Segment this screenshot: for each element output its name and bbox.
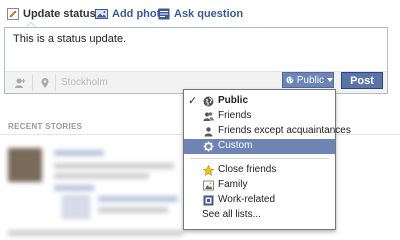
status-textarea[interactable]: This is a status update. <box>13 33 126 45</box>
tab-ask-question[interactable]: Ask question <box>158 7 243 21</box>
story-text <box>54 173 149 179</box>
privacy-option-family[interactable]: Family <box>184 178 335 193</box>
globe-icon <box>286 76 294 84</box>
toolbar-divider <box>55 75 56 91</box>
location-pin-icon[interactable] <box>39 77 51 89</box>
story-author[interactable] <box>54 150 104 156</box>
pencil-icon <box>7 8 19 20</box>
privacy-menu: ✓ Public Friends Friends except acquaint… <box>183 89 351 230</box>
friends-icon <box>203 112 214 121</box>
privacy-option-friends-except-acquaintances[interactable]: Friends except acquaintances <box>184 124 351 139</box>
privacy-selector-label: Public <box>296 74 324 86</box>
privacy-option-custom[interactable]: Custom <box>184 139 335 154</box>
tag-friends-icon[interactable] <box>14 77 26 89</box>
privacy-option-work-related[interactable]: Work-related <box>184 193 335 208</box>
see-all-lists-link[interactable]: See all lists... <box>184 208 335 223</box>
privacy-option-label: Public <box>218 95 249 106</box>
recent-stories-heading: RECENT STORIES <box>8 122 83 131</box>
story-text <box>54 163 174 169</box>
checkmark-icon: ✓ <box>188 95 198 107</box>
story-attachment-thumbnail[interactable] <box>62 195 90 219</box>
privacy-selector-button[interactable]: Public <box>282 72 334 88</box>
question-icon <box>158 8 170 20</box>
star-icon <box>203 165 214 176</box>
composer-tabs: Update status Add photo Ask question <box>0 0 400 28</box>
chevron-down-icon <box>327 78 333 82</box>
privacy-option-label: Friends <box>218 110 252 121</box>
privacy-option-label: Close friends <box>218 164 277 175</box>
family-icon <box>203 180 214 191</box>
story-text <box>8 230 183 236</box>
post-button[interactable]: Post <box>341 72 383 89</box>
location-input[interactable]: Stockholm <box>61 77 108 88</box>
privacy-option-label: See all lists... <box>202 209 261 220</box>
toolbar-divider <box>32 75 33 91</box>
work-icon <box>203 195 214 206</box>
story-avatar[interactable] <box>8 148 42 182</box>
friend-icon <box>204 127 213 137</box>
gear-icon <box>203 141 214 152</box>
privacy-option-label: Custom <box>218 140 253 151</box>
privacy-option-friends[interactable]: Friends <box>184 109 335 124</box>
story-meta <box>54 185 94 191</box>
privacy-option-label: Family <box>218 179 248 190</box>
photo-icon <box>95 9 108 19</box>
globe-icon <box>203 96 214 107</box>
privacy-option-label: Work-related <box>218 194 276 205</box>
menu-divider <box>190 158 329 159</box>
tab-ask-question-label: Ask question <box>174 8 244 20</box>
story-link-title[interactable] <box>98 196 178 202</box>
privacy-option-public[interactable]: ✓ Public <box>184 94 335 109</box>
privacy-option-label: Friends except acquaintances <box>218 125 351 136</box>
privacy-option-close-friends[interactable]: Close friends <box>184 163 335 178</box>
story-link-text <box>98 207 168 213</box>
tab-add-photo[interactable]: Add photo <box>95 7 167 21</box>
tab-update-status-label: Update status <box>23 8 96 20</box>
tab-update-status[interactable]: Update status <box>7 7 96 21</box>
